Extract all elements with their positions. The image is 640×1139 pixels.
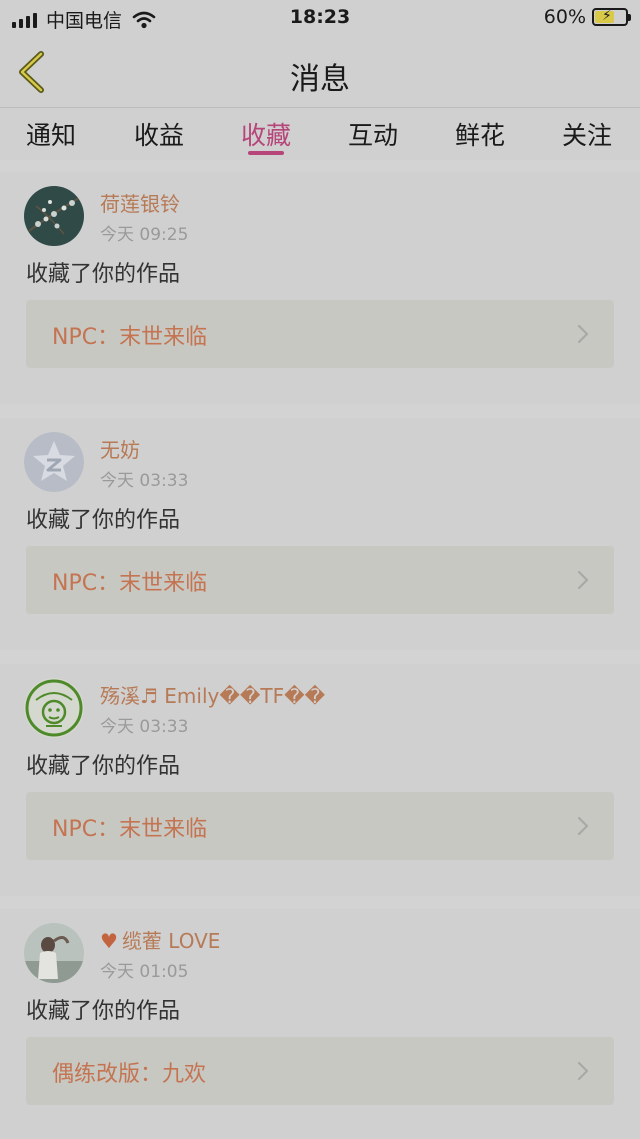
- user-name-text: 缆蒮 LOVE: [121, 929, 221, 953]
- message-card: 无妨 今天 03:33 收藏了你的作品 NPC：末世来临: [0, 418, 640, 650]
- green-badge-avatar[interactable]: [24, 678, 84, 738]
- user-name[interactable]: ♥ 缆蒮 LOVE: [100, 925, 220, 954]
- qzone-star-avatar[interactable]: [24, 432, 84, 492]
- nav-bar: 消息: [0, 36, 640, 108]
- work-link[interactable]: NPC：末世来临: [26, 300, 614, 368]
- tab-bar: 通知 收益 收藏 互动 鲜花 关注: [0, 108, 640, 160]
- work-title: NPC：末世来临: [52, 325, 208, 350]
- chevron-right-icon: [577, 324, 589, 344]
- user-name[interactable]: 荷莲银铃: [100, 188, 180, 217]
- action-text: 收藏了你的作品: [26, 508, 181, 533]
- tab-following[interactable]: 关注: [562, 116, 612, 152]
- tab-interactions[interactable]: 互动: [348, 116, 398, 152]
- user-name[interactable]: 无妨: [100, 434, 140, 463]
- chevron-right-icon: [577, 816, 589, 836]
- action-text: 收藏了你的作品: [26, 262, 181, 287]
- battery-charging-icon: ⚡: [592, 8, 631, 26]
- tab-notifications[interactable]: 通知: [26, 116, 76, 152]
- work-link[interactable]: NPC：末世来临: [26, 546, 614, 614]
- message-card: ♥ 缆蒮 LOVE 今天 01:05 收藏了你的作品 偶练改版：九欢: [0, 909, 640, 1139]
- work-title: NPC：末世来临: [52, 817, 208, 842]
- tab-favorites[interactable]: 收藏: [241, 116, 291, 152]
- tab-flowers[interactable]: 鲜花: [455, 116, 505, 152]
- message-time: 今天 01:05: [100, 962, 189, 982]
- work-link[interactable]: NPC：末世来临: [26, 792, 614, 860]
- chevron-right-icon: [577, 1061, 589, 1081]
- message-card: 荷莲银铃 今天 09:25 收藏了你的作品 NPC：末世来临: [0, 172, 640, 404]
- message-card: 殇溪♬ Emily��TF�� 今天 03:33 收藏了你的作品 NPC：末世来…: [0, 664, 640, 896]
- tab-active-indicator: [248, 151, 284, 155]
- work-title: NPC：末世来临: [52, 571, 208, 596]
- user-name[interactable]: 殇溪♬ Emily��TF��: [100, 680, 325, 709]
- message-time: 今天 09:25: [100, 225, 189, 245]
- photo-avatar[interactable]: [24, 923, 84, 983]
- flower-branch-avatar[interactable]: [24, 186, 84, 246]
- chevron-right-icon: [577, 570, 589, 590]
- bolt-icon: ⚡: [602, 8, 612, 24]
- message-time: 今天 03:33: [100, 471, 189, 491]
- status-bar: 中国电信 18:23 60% ⚡: [0, 0, 640, 36]
- message-time: 今天 03:33: [100, 717, 189, 737]
- work-link[interactable]: 偶练改版：九欢: [26, 1037, 614, 1105]
- action-text: 收藏了你的作品: [26, 999, 181, 1024]
- heart-icon: ♥: [100, 929, 118, 953]
- action-text: 收藏了你的作品: [26, 754, 181, 779]
- status-right: 60% ⚡: [543, 6, 631, 28]
- work-title: 偶练改版：九欢: [52, 1062, 207, 1087]
- page-title: 消息: [290, 62, 350, 97]
- battery-percent: 60%: [543, 6, 586, 28]
- tab-earnings[interactable]: 收益: [134, 116, 184, 152]
